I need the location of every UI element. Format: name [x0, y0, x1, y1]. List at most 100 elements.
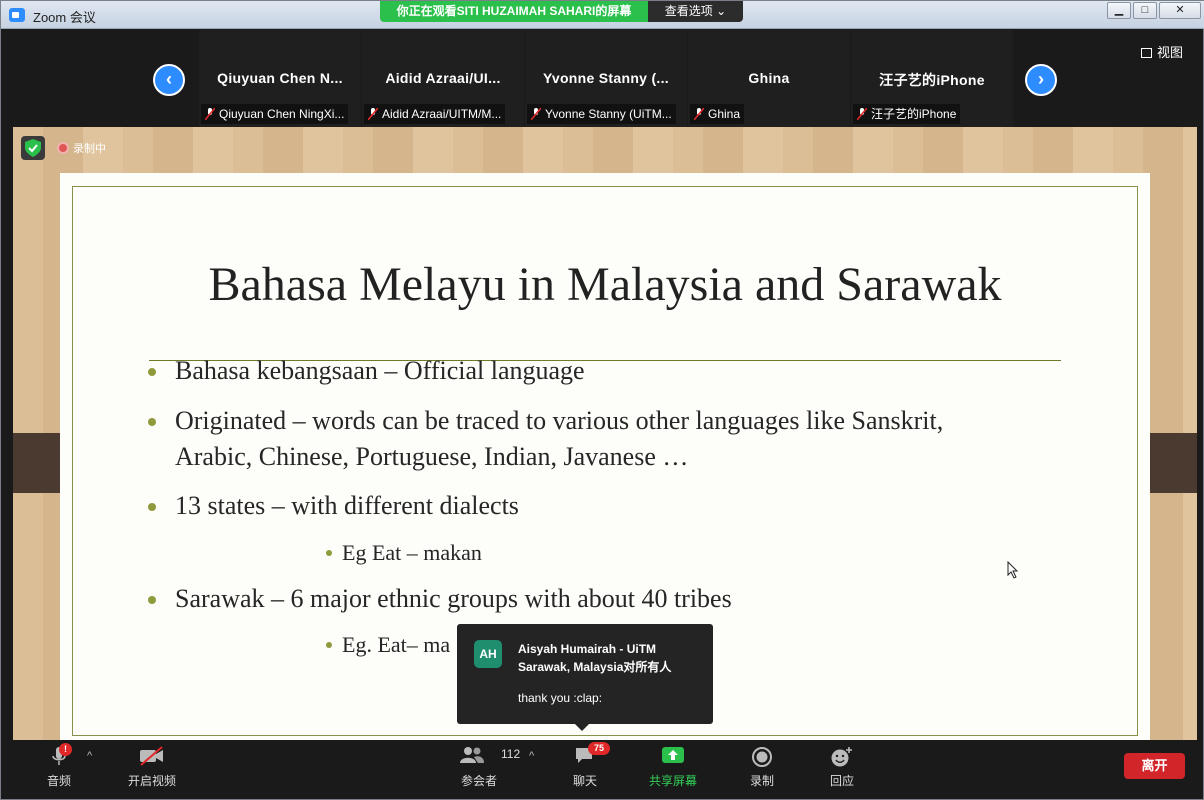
previous-participants-button[interactable]: ‹ — [153, 64, 185, 96]
participant-tag: 汪子艺的iPhone — [853, 104, 961, 124]
view-layout-label: 视图 — [1156, 45, 1183, 60]
muted-mic-icon — [205, 108, 215, 120]
participants-icon — [460, 747, 484, 763]
recording-label: 录制中 — [73, 143, 106, 155]
chat-notification-popup[interactable]: AH Aisyah Humairah - UiTM Sarawak, Malay… — [457, 624, 713, 731]
bullet-dot — [148, 503, 156, 511]
participant-tag-label: Aidid Azraai/UITM/M... — [382, 107, 502, 121]
maximize-button[interactable]: □ — [1133, 2, 1157, 19]
minimize-button[interactable]: ▁ — [1107, 2, 1131, 19]
slide-title: Bahasa Melayu in Malaysia and Sarawak — [208, 258, 1002, 311]
slide-sub-bullet: Eg. Eat– ma — [326, 627, 451, 663]
participant-tag-label: 汪子艺的iPhone — [871, 107, 957, 121]
meeting-toolbar: ! 音频 ^ 开启视频 112 参会者 ^ 75 聊天 共享屏幕 录制 回应 离… — [13, 740, 1197, 793]
recording-indicator: 录制中 — [57, 140, 106, 156]
chat-label: 聊天 — [572, 774, 597, 788]
participant-tile[interactable]: Aidid Azraai/UI... Aidid Azraai/UITM/M..… — [362, 30, 524, 127]
slide-bullet: Bahasa kebangsaan – Official language — [148, 353, 585, 389]
record-button[interactable]: 录制 — [743, 740, 781, 793]
record-icon — [752, 747, 772, 767]
participant-name: 汪子艺的iPhone — [879, 72, 985, 88]
bullet-text: Eg. Eat– ma — [342, 632, 451, 657]
audio-warning-badge: ! — [59, 743, 72, 756]
grid-view-icon — [1140, 48, 1152, 58]
leave-meeting-button[interactable]: 离开 — [1124, 753, 1185, 779]
start-video-button[interactable]: 开启视频 — [123, 740, 181, 793]
chevron-right-icon: › — [1038, 69, 1044, 89]
share-screen-icon — [662, 747, 684, 763]
window-controls: ▁ □ ✕ — [1107, 2, 1201, 19]
reactions-button[interactable]: 回应 — [823, 740, 861, 793]
bullet-text: Sarawak – 6 major ethnic groups with abo… — [175, 584, 732, 613]
zoom-window: Zoom 会议 你正在观看SITI HUZAIMAH SAHARI的屏幕 查看选… — [0, 0, 1204, 800]
participants-count: 112 — [501, 747, 521, 761]
participant-tag: Aidid Azraai/UITM/M... — [364, 104, 506, 124]
share-screen-button[interactable]: 共享屏幕 — [645, 740, 701, 793]
video-off-icon — [140, 746, 163, 766]
close-window-button[interactable]: ✕ — [1159, 2, 1201, 19]
chat-message: thank you :clap: — [518, 691, 603, 705]
smiley-plus-icon — [831, 747, 852, 767]
slide-sub-bullet: Eg Eat – makan — [326, 535, 482, 571]
viewing-screen-banner: 你正在观看SITI HUZAIMAH SAHARI的屏幕 — [380, 1, 648, 22]
bullet-text-line: Arabic, Chinese, Portuguese, Indian, Jav… — [175, 442, 689, 471]
muted-mic-icon — [857, 108, 867, 120]
bullet-text: Bahasa kebangsaan – Official language — [175, 356, 585, 385]
chat-unread-badge: 75 — [588, 742, 610, 755]
audio-button[interactable]: ! 音频 — [37, 740, 81, 793]
chevron-down-icon: ⌄ — [716, 4, 727, 18]
share-screen-label: 共享屏幕 — [648, 774, 697, 788]
view-options-button[interactable]: 查看选项 ⌄ — [648, 1, 743, 22]
reactions-label: 回应 — [829, 774, 854, 788]
participants-options-caret[interactable]: ^ — [529, 750, 534, 762]
participant-name: Yvonne Stanny (... — [543, 70, 669, 86]
slide-bullet: Originated – words can be traced to vari… — [148, 403, 944, 475]
sender-avatar: AH — [474, 640, 502, 668]
muted-mic-icon — [368, 108, 378, 120]
participants-button[interactable]: 112 参会者 — [457, 740, 520, 793]
slide-bullet: 13 states – with different dialects — [148, 488, 519, 524]
participant-tag-label: Ghina — [708, 107, 741, 121]
bullet-text: 13 states – with different dialects — [175, 491, 519, 520]
participant-tag-label: Yvonne Stanny (UiTM... — [545, 107, 672, 121]
title-bar: Zoom 会议 你正在观看SITI HUZAIMAH SAHARI的屏幕 查看选… — [1, 1, 1204, 29]
record-dot-icon — [57, 142, 69, 154]
participant-name: Qiuyuan Chen N... — [217, 70, 343, 86]
chat-sender: Aisyah Humairah - UiTM Sarawak, Malaysia… — [518, 642, 672, 674]
next-participants-button[interactable]: › — [1025, 64, 1057, 96]
participant-tag-label: Qiuyuan Chen NingXi... — [219, 107, 345, 121]
view-layout-button[interactable]: 视图 — [1140, 42, 1183, 61]
zoom-app-icon — [9, 8, 25, 22]
view-options-label: 查看选项 — [664, 4, 713, 18]
bullet-text-line: Originated – words can be traced to vari… — [175, 406, 944, 435]
participant-tag: Yvonne Stanny (UiTM... — [527, 104, 676, 124]
muted-mic-icon — [531, 108, 541, 120]
security-shield-icon[interactable] — [21, 136, 45, 160]
bullet-dot — [148, 596, 156, 604]
participant-name: Ghina — [748, 70, 790, 86]
participant-tag: Qiuyuan Chen NingXi... — [201, 104, 349, 124]
participant-tag: Ghina — [690, 104, 745, 124]
start-video-label: 开启视频 — [127, 774, 176, 788]
chevron-left-icon: ‹ — [166, 69, 172, 89]
participants-label: 参会者 — [460, 774, 497, 788]
window-title: Zoom 会议 — [33, 10, 96, 25]
participant-name: Aidid Azraai/UI... — [385, 70, 501, 86]
mouse-pointer-icon — [1007, 561, 1019, 579]
bullet-dot — [148, 418, 156, 426]
bullet-dot — [326, 550, 332, 556]
participant-tile[interactable]: Yvonne Stanny (... Yvonne Stanny (UiTM..… — [525, 30, 687, 127]
participant-strip: ‹ Qiuyuan Chen N... Qiuyuan Chen NingXi.… — [13, 30, 1197, 127]
bullet-dot — [326, 642, 332, 648]
participant-tile[interactable]: 汪子艺的iPhone 汪子艺的iPhone — [851, 30, 1013, 127]
bullet-dot — [148, 368, 156, 376]
bullet-text: Eg Eat – makan — [342, 540, 482, 565]
audio-options-caret[interactable]: ^ — [87, 750, 92, 762]
chat-button[interactable]: 75 聊天 — [566, 740, 610, 793]
participant-tile[interactable]: Qiuyuan Chen N... Qiuyuan Chen NingXi... — [199, 30, 361, 127]
audio-label: 音频 — [46, 774, 71, 788]
slide-bullet: Sarawak – 6 major ethnic groups with abo… — [148, 581, 732, 617]
record-label: 录制 — [749, 774, 774, 788]
muted-mic-icon — [694, 108, 704, 120]
participant-tile[interactable]: Ghina Ghina — [688, 30, 850, 127]
